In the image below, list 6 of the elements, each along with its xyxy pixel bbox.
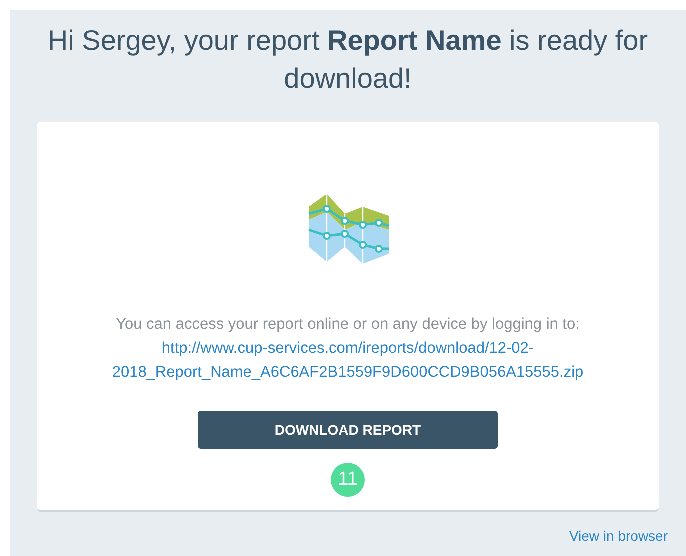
download-link[interactable]: http://www.cup-services.com/ireports/download/12-02-2018_Report_Name_A6C6AF2B1559F9D600CCD9B056A15555.zip (88, 337, 608, 385)
number-badge: 11 (331, 463, 365, 497)
view-in-browser-link[interactable]: View in browser (569, 528, 668, 544)
heading: Hi Sergey, your report Report Name is ready for download! (46, 24, 650, 96)
message-text: You can access your report online or on any device by logging in to: (116, 315, 580, 335)
download-report-button[interactable]: DOWNLOAD REPORT (198, 411, 498, 449)
